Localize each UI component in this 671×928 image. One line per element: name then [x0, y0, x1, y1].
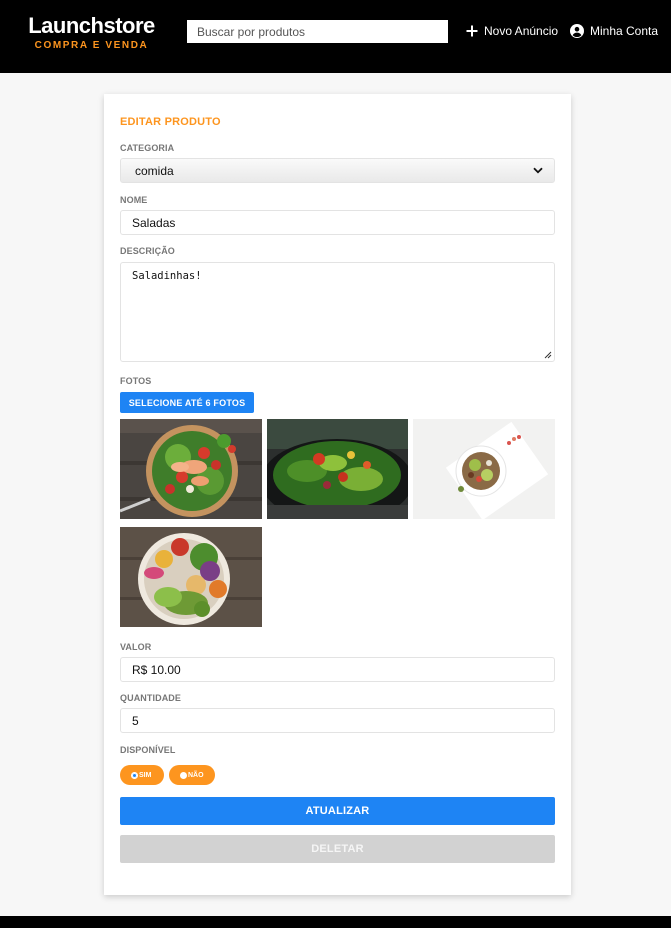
price-input[interactable]: R$ 10.00	[120, 657, 555, 682]
photos-label: FOTOS	[120, 376, 152, 386]
radio-selected-icon	[131, 771, 138, 779]
account-circle-icon	[570, 24, 584, 38]
select-photos-button[interactable]: SELECIONE ATÉ 6 FOTOS	[120, 392, 254, 413]
chevron-down-icon	[533, 167, 543, 174]
price-label: VALOR	[120, 642, 152, 652]
radio-unselected-icon	[180, 771, 187, 779]
logo-subtitle: COMPRA E VENDA	[34, 40, 149, 51]
edit-product-card: EDITAR PRODUTO CATEGORIA comida NOME Sal…	[104, 94, 571, 895]
new-ad-label: Novo Anúncio	[484, 24, 559, 38]
footer	[0, 916, 671, 928]
description-value: Saladinhas!	[132, 270, 202, 282]
top-header: Launchstore COMPRA E VENDA Novo Anúncio …	[0, 0, 671, 73]
available-no-radio[interactable]: NÃO	[169, 765, 215, 785]
name-value: Saladas	[132, 215, 176, 230]
available-no-label: NÃO	[188, 771, 204, 779]
name-input[interactable]: Saladas	[120, 210, 555, 235]
available-yes-label: SIM	[139, 771, 152, 779]
photo-salad-white-bowl[interactable]	[413, 419, 555, 519]
resize-grip-icon[interactable]	[544, 351, 552, 359]
category-label: CATEGORIA	[120, 143, 175, 153]
available-label: DISPONÍVEL	[120, 745, 176, 755]
photo-salad-buddha-bowl[interactable]	[120, 527, 262, 627]
description-label: DESCRIÇÃO	[120, 246, 175, 256]
photo-salad-shrimp-bowl[interactable]	[120, 419, 262, 519]
page-title: EDITAR PRODUTO	[120, 116, 221, 128]
description-textarea[interactable]: Saladinhas!	[120, 262, 555, 362]
new-ad-link[interactable]: Novo Anúncio	[466, 22, 558, 40]
price-value: R$ 10.00	[132, 662, 181, 677]
search-input[interactable]	[187, 20, 448, 43]
account-link[interactable]: Minha Conta	[570, 22, 658, 40]
plus-icon	[466, 25, 478, 37]
logo-title: Launchstore	[28, 13, 155, 38]
logo[interactable]: Launchstore COMPRA E VENDA	[24, 13, 159, 52]
update-button[interactable]: ATUALIZAR	[120, 797, 555, 825]
quantity-label: QUANTIDADE	[120, 693, 181, 703]
category-value: comida	[135, 163, 174, 178]
delete-button[interactable]: DELETAR	[120, 835, 555, 863]
name-label: NOME	[120, 195, 148, 205]
category-select[interactable]: comida	[120, 158, 555, 183]
account-label: Minha Conta	[590, 24, 659, 38]
photo-salad-dark-plate[interactable]	[267, 419, 408, 519]
quantity-value: 5	[132, 713, 139, 728]
quantity-input[interactable]: 5	[120, 708, 555, 733]
available-yes-radio[interactable]: SIM	[120, 765, 164, 785]
